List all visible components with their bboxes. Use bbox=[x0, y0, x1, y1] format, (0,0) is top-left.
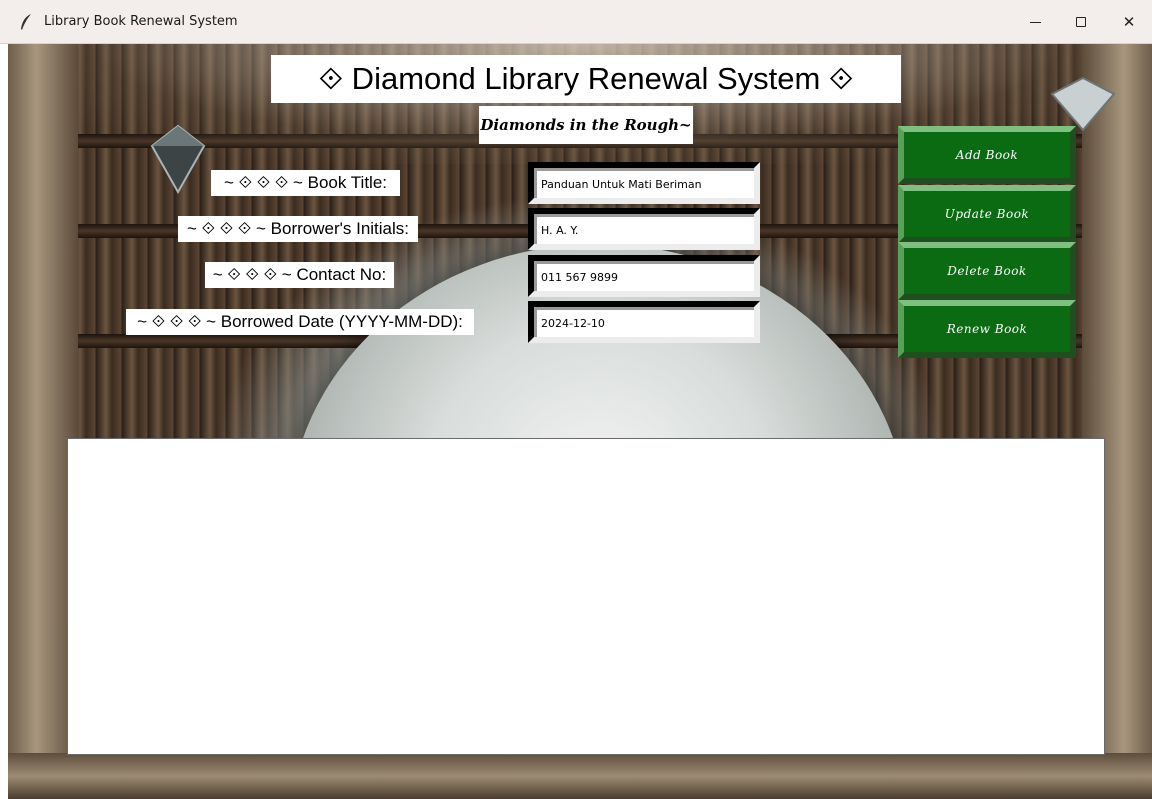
feather-icon bbox=[21, 14, 31, 30]
diamond-gem-icon bbox=[1050, 76, 1116, 132]
update-book-button[interactable]: Update Book bbox=[898, 185, 1076, 243]
book-title-label: ~ ⟐ ⟐ ⟐ ~ Book Title: bbox=[211, 170, 400, 196]
contact-no-label: ~ ⟐ ⟐ ⟐ ~ Contact No: bbox=[205, 262, 394, 288]
borrower-initials-input[interactable] bbox=[534, 214, 754, 244]
borrowed-date-field-frame bbox=[528, 301, 760, 343]
contact-no-field-frame bbox=[528, 255, 760, 297]
minimize-button[interactable] bbox=[1012, 0, 1058, 44]
renew-book-button[interactable]: Renew Book bbox=[898, 300, 1076, 358]
window-title: Library Book Renewal System bbox=[44, 14, 238, 29]
borrower-initials-label: ~ ⟐ ⟐ ⟐ ~ Borrower's Initials: bbox=[178, 216, 418, 242]
close-icon: ✕ bbox=[1122, 13, 1136, 31]
ornate-frame-bottom bbox=[8, 753, 1152, 799]
window-titlebar: Library Book Renewal System ✕ bbox=[0, 0, 1152, 44]
maximize-button[interactable] bbox=[1058, 0, 1104, 44]
borrowed-date-input[interactable] bbox=[534, 307, 754, 337]
page-title: ⟐ Diamond Library Renewal System ⟐ bbox=[271, 55, 901, 103]
book-title-field-frame bbox=[528, 162, 760, 204]
borrower-initials-field-frame bbox=[528, 208, 760, 250]
page-subtitle: Diamonds in the Rough~ bbox=[479, 106, 693, 144]
maximize-icon bbox=[1076, 17, 1086, 27]
book-title-input[interactable] bbox=[534, 168, 754, 198]
diamond-gem-icon bbox=[150, 124, 206, 194]
contact-no-input[interactable] bbox=[534, 261, 754, 291]
close-button[interactable]: ✕ bbox=[1106, 0, 1152, 44]
minimize-icon bbox=[1029, 21, 1041, 23]
borrowed-date-label: ~ ⟐ ⟐ ⟐ ~ Borrowed Date (YYYY-MM-DD): bbox=[126, 309, 474, 335]
delete-book-button[interactable]: Delete Book bbox=[898, 242, 1076, 300]
add-book-button[interactable]: Add Book bbox=[898, 126, 1076, 184]
book-records-listbox[interactable] bbox=[67, 438, 1105, 755]
